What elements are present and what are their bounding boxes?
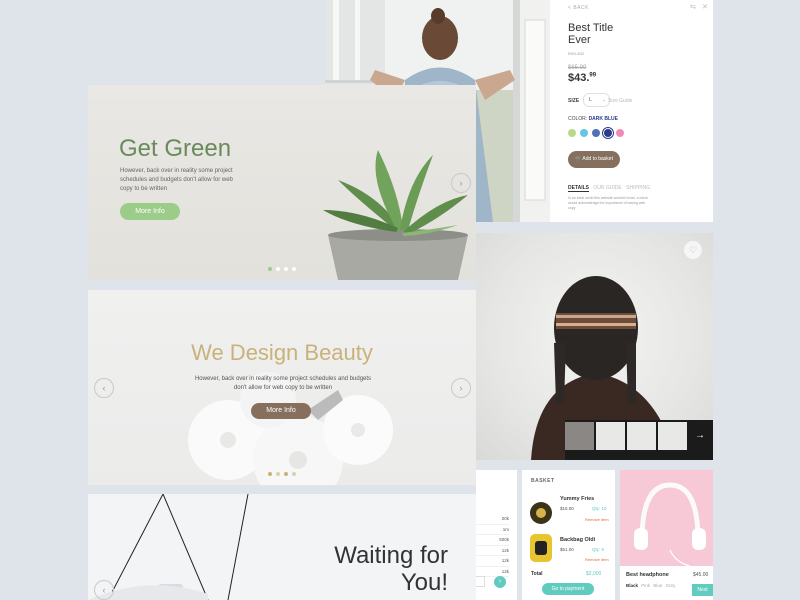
thumbnail[interactable] bbox=[658, 422, 687, 450]
share-icon[interactable]: ⇆ bbox=[690, 3, 696, 11]
slider-dot[interactable] bbox=[292, 472, 296, 476]
backpack-thumbnail bbox=[530, 534, 552, 562]
item-qty[interactable]: Qty: 5 bbox=[592, 547, 604, 552]
headphone-product-card: Best headphone $45.00 Black Pink Blue Gr… bbox=[620, 470, 713, 600]
color-options: Black Pink Blue Grey bbox=[626, 583, 675, 588]
remove-item-link[interactable]: Remove item bbox=[585, 557, 609, 562]
tab-shipping[interactable]: SHIPPING bbox=[626, 185, 650, 191]
basket-widget: BASKET Yummy Fries $15.00 Qty: 10 Remove… bbox=[522, 470, 615, 600]
fries-thumbnail bbox=[530, 502, 552, 524]
table-cell: 1m bbox=[476, 525, 509, 535]
item-name: Backbag Oldi bbox=[560, 537, 596, 543]
heart-icon[interactable]: ♡ bbox=[684, 241, 702, 259]
product-title: Best Title Ever bbox=[568, 22, 614, 46]
slider-dot[interactable] bbox=[284, 267, 288, 271]
stats-table-partial: 20k 1m 500k 12k 12k 12k › bbox=[476, 470, 517, 600]
chevron-down-icon: ⌄ bbox=[601, 97, 606, 103]
item-price: $15.00 bbox=[560, 506, 574, 511]
succulent-pot-illustration bbox=[323, 150, 468, 280]
product-description: In an ideal world this website wouldn't … bbox=[568, 196, 648, 210]
headphone-illustration bbox=[634, 482, 706, 567]
color-option-pink[interactable]: Pink bbox=[641, 583, 650, 588]
product-name: Best headphone bbox=[626, 572, 669, 578]
slider-dot[interactable] bbox=[284, 472, 288, 476]
tab-details[interactable]: DETAILS bbox=[568, 185, 590, 192]
tab-our-guide[interactable]: OUR GUIDE bbox=[593, 185, 621, 191]
hero-waiting-for-you: Waiting for You! ‹ bbox=[88, 494, 476, 600]
headphone-photo bbox=[620, 470, 713, 567]
item-qty[interactable]: Qty: 10 bbox=[592, 506, 607, 511]
hero-we-design-beauty: We Design Beauty However, back over in r… bbox=[88, 290, 476, 485]
thumbnail[interactable] bbox=[565, 422, 594, 450]
slider-dot-active[interactable] bbox=[268, 267, 272, 271]
table-cell: 12k bbox=[476, 556, 509, 567]
hat-product-photo: ♡ → bbox=[476, 233, 713, 460]
more-info-button[interactable]: More Info bbox=[251, 403, 311, 419]
hero-get-green: Get Green However, back over in reality … bbox=[88, 85, 476, 280]
next-page-icon[interactable]: › bbox=[494, 576, 506, 588]
back-link[interactable]: < BACK bbox=[568, 5, 589, 11]
total-value: $2,000 bbox=[586, 571, 602, 577]
close-icon[interactable]: ✕ bbox=[702, 3, 708, 11]
cable-car-illustration bbox=[88, 494, 249, 600]
size-guide-link[interactable]: Size Guide bbox=[608, 98, 632, 104]
remove-item-link[interactable]: Remove item bbox=[585, 517, 609, 522]
product-tabs: DETAILS OUR GUIDE SHIPPING bbox=[568, 185, 650, 192]
thumbnail-strip: → bbox=[565, 420, 713, 460]
product-sku: RX5-4S2 bbox=[568, 51, 585, 56]
color-swatch[interactable] bbox=[568, 129, 576, 137]
slider-dot[interactable] bbox=[276, 267, 280, 271]
more-info-button[interactable]: More Info bbox=[120, 203, 180, 220]
next-button[interactable]: Next bbox=[692, 584, 713, 596]
total-label: Total bbox=[531, 571, 543, 577]
slider-dot[interactable] bbox=[292, 267, 296, 271]
product-detail-panel: < BACK ⇆ ✕ Best Title Ever RX5-4S2 $65.9… bbox=[550, 0, 713, 222]
slider-dot[interactable] bbox=[276, 472, 280, 476]
product-price: $45.00 bbox=[693, 572, 709, 578]
cart-icon: 🛒 bbox=[575, 156, 582, 162]
color-swatch[interactable] bbox=[592, 129, 600, 137]
color-label: COLOR: DARK BLUE bbox=[568, 116, 619, 122]
color-option-grey[interactable]: Grey bbox=[666, 583, 676, 588]
table-cell: 20k bbox=[476, 514, 509, 525]
color-swatch[interactable] bbox=[580, 129, 588, 137]
size-label: SIZE bbox=[568, 98, 580, 104]
hero-body: However, back over in reality some proje… bbox=[120, 168, 233, 192]
go-to-payment-button[interactable]: Go to payment bbox=[542, 583, 594, 595]
slider-dot-active[interactable] bbox=[268, 472, 272, 476]
pagination-box[interactable] bbox=[476, 576, 485, 587]
hero-title: We Design Beauty bbox=[191, 340, 373, 365]
table-cell: 12k bbox=[476, 546, 509, 556]
current-price: $43.99 bbox=[568, 72, 597, 84]
color-swatch[interactable] bbox=[604, 129, 612, 137]
arrow-right-icon[interactable]: → bbox=[689, 422, 711, 450]
next-arrow-icon[interactable]: › bbox=[451, 173, 471, 193]
color-swatch[interactable] bbox=[616, 129, 624, 137]
basket-title: BASKET bbox=[531, 478, 555, 484]
prev-arrow-icon[interactable]: ‹ bbox=[94, 378, 114, 398]
prev-arrow-icon[interactable]: ‹ bbox=[94, 580, 114, 600]
next-arrow-icon[interactable]: › bbox=[451, 378, 471, 398]
table-cell: 500k bbox=[476, 535, 509, 546]
size-select[interactable]: L ⌄ bbox=[583, 93, 610, 107]
hero-title: Get Green bbox=[119, 135, 232, 162]
item-name: Yummy Fries bbox=[560, 496, 595, 502]
hero-body: However, back over in reality some proje… bbox=[194, 376, 372, 391]
thumbnail[interactable] bbox=[596, 422, 625, 450]
item-price: $51.00 bbox=[560, 547, 574, 552]
color-option-blue[interactable]: Blue bbox=[653, 583, 662, 588]
color-swatches bbox=[568, 129, 624, 137]
color-option-black[interactable]: Black bbox=[626, 583, 638, 588]
thumbnail[interactable] bbox=[627, 422, 656, 450]
old-price: $65.99 bbox=[568, 65, 587, 71]
add-to-basket-button[interactable]: 🛒 Add to basket bbox=[568, 151, 620, 168]
hero-title: Waiting for You! bbox=[334, 542, 448, 596]
